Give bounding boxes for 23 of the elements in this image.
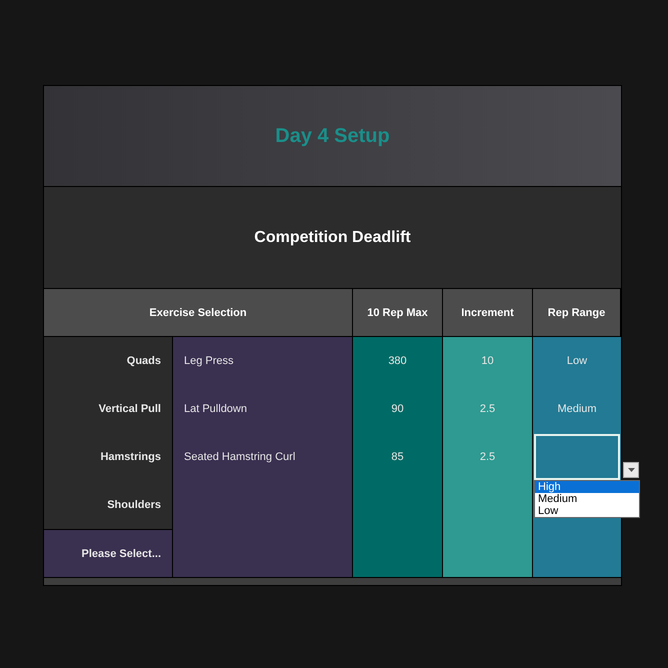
rep-max-cell: 85 (353, 433, 443, 481)
exercise-cell[interactable]: Leg Press (173, 337, 353, 385)
rep-range-cell: Medium (533, 385, 621, 433)
column-header: Rep Range (533, 289, 621, 337)
dropdown-button[interactable] (623, 462, 639, 478)
rep-max-cell: 90 (353, 385, 443, 433)
dropdown-option[interactable]: High (535, 481, 639, 493)
column-header: 10 Rep Max (353, 289, 443, 337)
sheet-title: Day 4 Setup (275, 124, 390, 148)
rep-range-field[interactable] (533, 433, 621, 481)
column-header: Increment (443, 289, 533, 337)
rep-max-cell: 380 (353, 337, 443, 385)
increment-cell: 2.5 (443, 433, 533, 481)
increment-cell: 10 (443, 337, 533, 385)
increment-cell: 2.5 (443, 385, 533, 433)
column-header: Exercise Selection (44, 289, 353, 337)
exercise-cell[interactable]: Seated Hamstring Curl (173, 433, 353, 481)
sheet-subtitle: Competition Deadlift (254, 228, 411, 246)
rep-range-cell: Low (533, 337, 621, 385)
caret-icon (628, 468, 634, 472)
exercise-cell[interactable]: Lat Pulldown (173, 385, 353, 433)
category-dropdown[interactable]: Please Select... (44, 529, 173, 577)
exercise-cell[interactable] (173, 529, 353, 577)
